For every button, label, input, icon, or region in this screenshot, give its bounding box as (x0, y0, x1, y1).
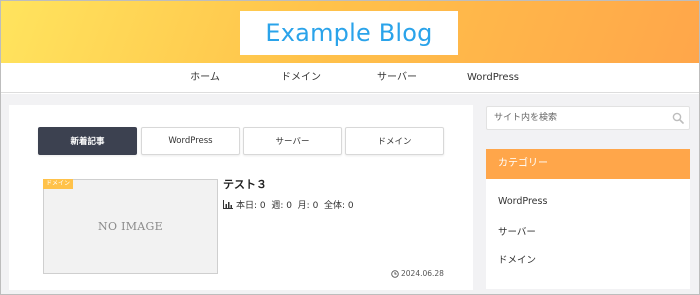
site-logo[interactable]: Example Blog (240, 11, 458, 55)
search-icon[interactable] (672, 112, 684, 124)
site-header: Example Blog (1, 1, 699, 63)
search-input[interactable] (487, 107, 667, 129)
post-category-badge: ドメイン (43, 179, 74, 189)
post-view-stats: 本日: 0 週: 0 月: 0 全体: 0 (223, 198, 354, 211)
nav-item-wordpress[interactable]: WordPress (448, 63, 538, 93)
nav-item-home[interactable]: ホーム (160, 63, 250, 93)
global-nav: ホーム ドメイン サーバー WordPress (1, 63, 699, 93)
tab-domain[interactable]: ドメイン (345, 127, 444, 155)
sidebar-search (486, 106, 690, 130)
tab-wordpress[interactable]: WordPress (141, 127, 240, 155)
post-date-text: 2024.06.28 (401, 269, 444, 278)
category-item-wordpress[interactable]: WordPress (498, 196, 547, 207)
category-item-server[interactable]: サーバー (498, 224, 536, 238)
post-stats-text: 本日: 0 週: 0 月: 0 全体: 0 (236, 201, 354, 211)
post-title[interactable]: テスト３ (223, 176, 267, 192)
clock-icon (391, 269, 399, 278)
tab-server[interactable]: サーバー (243, 127, 342, 155)
no-image-text: NO IMAGE (98, 220, 163, 233)
nav-item-server[interactable]: サーバー (352, 63, 442, 93)
post-thumbnail[interactable]: NO IMAGE (43, 179, 218, 274)
category-widget-title: カテゴリー (486, 149, 690, 179)
category-item-domain[interactable]: ドメイン (498, 252, 536, 266)
bar-chart-icon (223, 200, 233, 209)
tab-new-posts[interactable]: 新着記事 (38, 127, 137, 155)
site-title[interactable]: Example Blog (265, 19, 432, 47)
post-date: 2024.06.28 (391, 269, 444, 278)
nav-item-domain[interactable]: ドメイン (256, 63, 346, 93)
